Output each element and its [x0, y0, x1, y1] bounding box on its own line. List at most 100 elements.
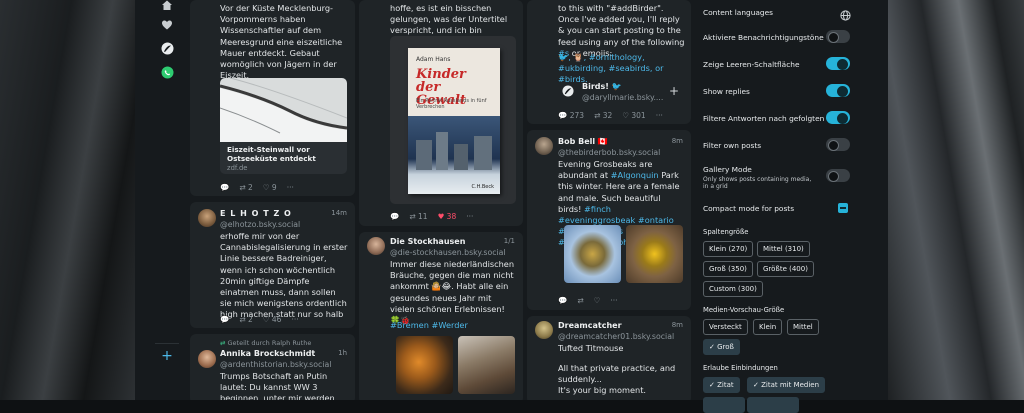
author-handle[interactable]: @thebirderbob.bsky.social [558, 148, 660, 157]
author-name[interactable]: Die Stockhausen [390, 237, 465, 246]
post-hashtags[interactable]: #Bremen #Werder [390, 320, 468, 331]
media-size-medium[interactable]: Mittel [787, 319, 819, 335]
post-image-bird-female[interactable] [564, 225, 621, 283]
media-size-hidden[interactable]: Versteckt [703, 319, 748, 335]
post-time: 8m [671, 137, 683, 145]
home-icon[interactable] [159, 0, 175, 13]
book-cover-photo [408, 116, 500, 194]
avatar[interactable] [198, 209, 216, 227]
feed-icon [562, 85, 574, 97]
post-time: 1/1 [503, 237, 515, 245]
like-icon[interactable]: ♡ [594, 296, 601, 305]
post-card[interactable]: Bob Bell 🇨🇦 8m @thebirderbob.bsky.social… [527, 130, 691, 310]
author-name[interactable]: Bob Bell 🇨🇦 [558, 137, 608, 146]
author-handle[interactable]: @die-stockhausen.bsky.social [390, 248, 506, 257]
media-size-large[interactable]: ✓ Groß [703, 339, 740, 355]
embed-quote-with-media[interactable]: ✓ Zitat mit Medien [747, 377, 826, 393]
reply-icon[interactable]: 💬 [220, 183, 229, 192]
author-handle[interactable]: @ardenthistorian.bsky.social [220, 360, 331, 369]
post-actions: 💬 ⇄ ♡ ··· [558, 296, 618, 305]
reply-icon[interactable]: 💬 [558, 296, 567, 305]
avatar[interactable] [367, 237, 385, 255]
like-button[interactable]: ♡ 9 [263, 183, 277, 192]
more-icon[interactable]: ··· [656, 111, 663, 120]
post-card[interactable]: Vor der Küste Mecklenburg-Vorpommerns ha… [190, 0, 355, 196]
column-size-small[interactable]: Klein (270) [703, 241, 754, 257]
avatar[interactable] [535, 137, 553, 155]
whatsapp-icon[interactable] [159, 64, 175, 80]
post-image-bird-male[interactable] [626, 225, 683, 283]
clear-button-toggle[interactable] [826, 57, 850, 70]
compact-mode-label: Compact mode for posts [703, 204, 795, 213]
content-languages-label[interactable]: Content languages [703, 8, 856, 17]
embeds-label: Erlaube Einbindungen [703, 364, 778, 372]
app-window: + Vor der Küste Mecklenburg-Vorpommerns … [135, 0, 888, 413]
post-time: 1h [338, 349, 347, 357]
book-publisher: C.H.Beck [471, 184, 495, 190]
reply-icon[interactable]: 💬 [220, 315, 229, 324]
desktop-background-left [0, 0, 135, 400]
link-preview-image [220, 78, 347, 142]
post-card[interactable]: Die Stockhausen 1/1 @die-stockhausen.bsk… [359, 232, 523, 400]
post-card[interactable]: to this with "#addBirder". Once I've add… [527, 0, 691, 124]
post-image-book[interactable]: Adam Hans Kinder der Gewalt Ein Porträt … [390, 36, 516, 204]
post-image-table[interactable] [458, 336, 515, 394]
avatar[interactable] [535, 321, 553, 339]
author-handle[interactable]: @dreamcatcher01.bsky.social [558, 332, 674, 341]
post-time: 8m [671, 321, 683, 329]
avatar[interactable] [198, 350, 216, 368]
add-column-icon[interactable]: + [159, 348, 175, 364]
filter-followed-toggle[interactable] [826, 111, 850, 124]
repost-button[interactable]: ⇄ 11 [409, 212, 427, 221]
reply-button[interactable]: 💬 273 [558, 111, 584, 120]
embed-option-partial[interactable] [703, 397, 745, 413]
heart-icon[interactable] [159, 17, 175, 33]
embed-option-partial[interactable] [747, 397, 799, 413]
media-size-small[interactable]: Klein [753, 319, 783, 335]
more-icon[interactable]: ··· [466, 212, 473, 221]
repost-button[interactable]: ⇄ 32 [594, 111, 612, 120]
repost-button[interactable]: ⇄ 2 [239, 315, 252, 324]
post-card[interactable]: ⇄ Geteilt durch Ralph Ruthe Annika Brock… [190, 334, 355, 400]
like-button[interactable]: ♥ 38 [438, 212, 457, 221]
like-button[interactable]: ♡ 301 [622, 111, 645, 120]
more-icon[interactable]: ··· [291, 315, 298, 324]
gallery-mode-toggle[interactable] [826, 169, 850, 182]
repost-icon[interactable]: ⇄ [577, 296, 583, 305]
reply-icon[interactable]: 💬 [390, 212, 399, 221]
post-actions: 💬 ⇄ 11 ♥ 38 ··· [390, 212, 473, 221]
feed-embed[interactable]: Birds! 🐦 @daryllmarie.bsky.... + [558, 79, 685, 105]
column-size-largest[interactable]: Größte (400) [757, 261, 814, 277]
post-text: Vor der Küste Mecklenburg-Vorpommerns ha… [220, 3, 343, 81]
add-feed-icon[interactable]: + [669, 84, 679, 98]
column-size-medium[interactable]: Mittel (310) [757, 241, 810, 257]
filter-own-toggle[interactable] [826, 138, 850, 151]
embed-quote[interactable]: ✓ Zitat [703, 377, 740, 393]
show-replies-toggle[interactable] [826, 84, 850, 97]
more-icon[interactable]: ··· [610, 296, 617, 305]
column-size-custom[interactable]: Custom (300) [703, 281, 763, 297]
author-name[interactable]: Dreamcatcher [558, 321, 622, 330]
like-button[interactable]: ♡ 46 [263, 315, 282, 324]
link-domain: zdf.de [227, 164, 248, 172]
author-name[interactable]: E L H O T Z O [220, 209, 292, 218]
author-name[interactable]: Annika Brockschmidt [220, 349, 315, 358]
compact-mode-checkbox[interactable] [838, 203, 848, 213]
notification-sounds-toggle[interactable] [826, 30, 850, 43]
repost-button[interactable]: ⇄ 2 [239, 183, 252, 192]
post-card[interactable]: E L H O T Z O 14m @elhotzo.bsky.social e… [190, 202, 355, 328]
link-title: Eiszeit-Steinwall vor Ostseeküste entdec… [227, 145, 316, 163]
post-card[interactable]: hoffe, es ist ein bisschen gelungen, was… [359, 0, 523, 226]
author-handle[interactable]: @elhotzo.bsky.social [220, 220, 300, 229]
more-icon[interactable]: ··· [287, 183, 294, 192]
check-icon: ✓ [709, 381, 718, 389]
bluesky-feed-icon[interactable] [159, 40, 175, 56]
media-preview-size-label: Medien-Vorschau-Größe [703, 306, 785, 314]
globe-icon[interactable] [840, 6, 851, 25]
repost-icon: ⇄ [220, 339, 228, 347]
post-card[interactable]: Dreamcatcher 8m @dreamcatcher01.bsky.soc… [527, 316, 691, 400]
sidebar-divider [155, 343, 179, 344]
link-preview[interactable]: Eiszeit-Steinwall vor Ostseeküste entdec… [220, 78, 347, 174]
column-size-large[interactable]: Groß (350) [703, 261, 753, 277]
post-image-food[interactable] [396, 336, 453, 394]
